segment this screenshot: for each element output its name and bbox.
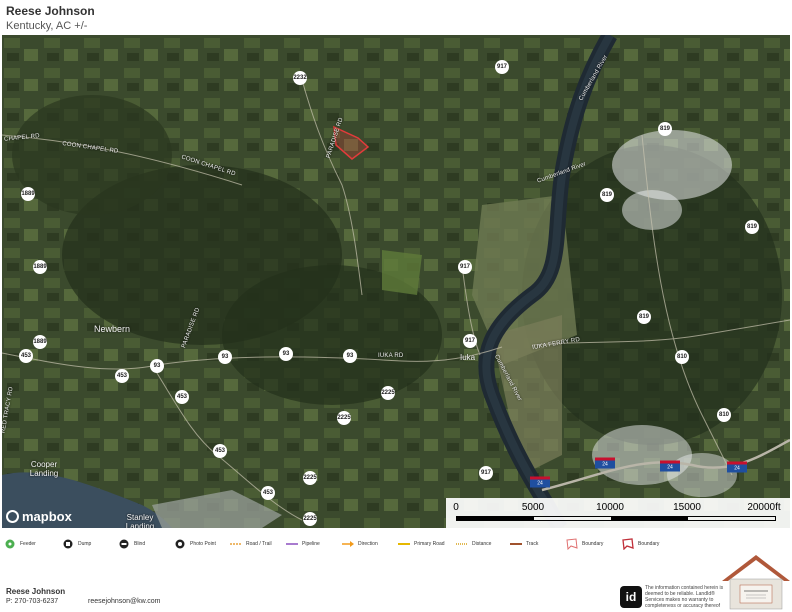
disclaimer-text: The information contained herein is deem… — [645, 585, 724, 609]
footer-phone[interactable]: P: 270-703-6237 — [6, 598, 58, 605]
route-shield: 917 — [463, 334, 477, 348]
route-shield: 2225 — [381, 386, 395, 400]
road-trail-line-icon — [230, 538, 242, 550]
route-shield: 2225 — [337, 411, 351, 425]
legend-item-photo-point: Photo Point — [174, 538, 216, 550]
route-shield: 819 — [658, 122, 672, 136]
direction-arrow-icon — [342, 538, 354, 550]
feeder-icon — [4, 538, 16, 550]
scale-bar: 0 5000 10000 15000 20000ft — [446, 498, 790, 528]
route-shield: 93 — [343, 349, 357, 363]
map-view[interactable]: 2232 917 819 1889 819 819 1889 917 819 1… — [2, 35, 790, 528]
route-shield: 453 — [19, 349, 33, 363]
route-shield: 453 — [213, 444, 227, 458]
legend-item-pipeline: Pipeline — [286, 538, 320, 550]
mapbox-icon — [6, 510, 19, 523]
agent-name: Reese Johnson — [6, 4, 95, 18]
interstate-shield: 24 — [530, 476, 550, 488]
legend-item-road-trail: Road / Trail — [230, 538, 272, 550]
legend-item-feeder: Feeder — [4, 538, 36, 550]
route-shield: 453 — [261, 486, 275, 500]
route-shield: 819 — [637, 310, 651, 324]
legend-item-distance: Distance — [456, 538, 491, 550]
legend-item-boundary: Boundary — [622, 538, 659, 550]
route-shield: 2225 — [303, 512, 317, 526]
scale-label: 15000 — [673, 502, 701, 513]
route-shield: 93 — [150, 359, 164, 373]
pipeline-line-icon — [286, 538, 298, 550]
route-shield: 1889 — [33, 260, 47, 274]
scale-ruler — [456, 516, 776, 521]
interstate-shield: 24 — [595, 457, 615, 469]
legend-item-blind: Blind — [118, 538, 145, 550]
mapbox-logo[interactable]: mapbox — [6, 509, 72, 524]
satellite-imagery — [2, 35, 790, 528]
route-shield: 917 — [458, 260, 472, 274]
route-shield: 819 — [600, 188, 614, 202]
boundary-icon — [566, 538, 578, 550]
route-shield: 93 — [279, 347, 293, 361]
route-shield: 2232 — [293, 71, 307, 85]
legend-item-dump: Dump — [62, 538, 91, 550]
legend-item-boundary: Boundary — [566, 538, 603, 550]
route-shield: 917 — [479, 466, 493, 480]
route-shield: 917 — [495, 60, 509, 74]
blind-icon — [118, 538, 130, 550]
scale-label: 10000 — [596, 502, 624, 513]
track-line-icon — [510, 538, 522, 550]
route-shield: 810 — [675, 350, 689, 364]
scale-label: 5000 — [521, 502, 545, 513]
landid-logo: id — [620, 586, 642, 608]
dump-icon — [62, 538, 74, 550]
interstate-shield: 24 — [660, 460, 680, 472]
header: Reese Johnson Kentucky, AC +/- — [6, 4, 95, 32]
route-shield: 2225 — [303, 471, 317, 485]
interstate-shield: 24 — [727, 461, 747, 473]
legend-item-direction: Direction — [342, 538, 378, 550]
route-shield: 819 — [745, 220, 759, 234]
footer-email[interactable]: reesejohnson@kw.com — [88, 598, 160, 605]
camera-icon — [174, 538, 186, 550]
scale-label: 0 — [453, 502, 459, 513]
route-shield: 93 — [218, 350, 232, 364]
place-label: Cooper Landing — [29, 460, 59, 478]
property-location: Kentucky, AC +/- — [6, 20, 88, 32]
boundary-icon — [622, 538, 634, 550]
brokerage-house-logo — [722, 555, 790, 610]
place-label: Newbern — [94, 324, 131, 334]
route-shield: 1889 — [33, 335, 47, 349]
footer-agent-name: Reese Johnson — [6, 587, 66, 596]
road-label: IUKA RD — [378, 353, 404, 359]
route-shield: 810 — [717, 408, 731, 422]
route-shield: 453 — [175, 390, 189, 404]
distance-line-icon — [456, 538, 468, 550]
place-label: Iuka — [460, 353, 476, 362]
route-shield: 1889 — [21, 187, 35, 201]
place-label: Stanley Landing — [125, 513, 155, 528]
legend-item-primary-road: Primary Road — [398, 538, 445, 550]
primary-road-line-icon — [398, 538, 410, 550]
legend-item-track: Track — [510, 538, 538, 550]
map-legend: Feeder Dump Blind Photo Point Road / Tra… — [0, 534, 792, 554]
scale-label: 20000ft — [747, 502, 781, 513]
route-shield: 453 — [115, 369, 129, 383]
